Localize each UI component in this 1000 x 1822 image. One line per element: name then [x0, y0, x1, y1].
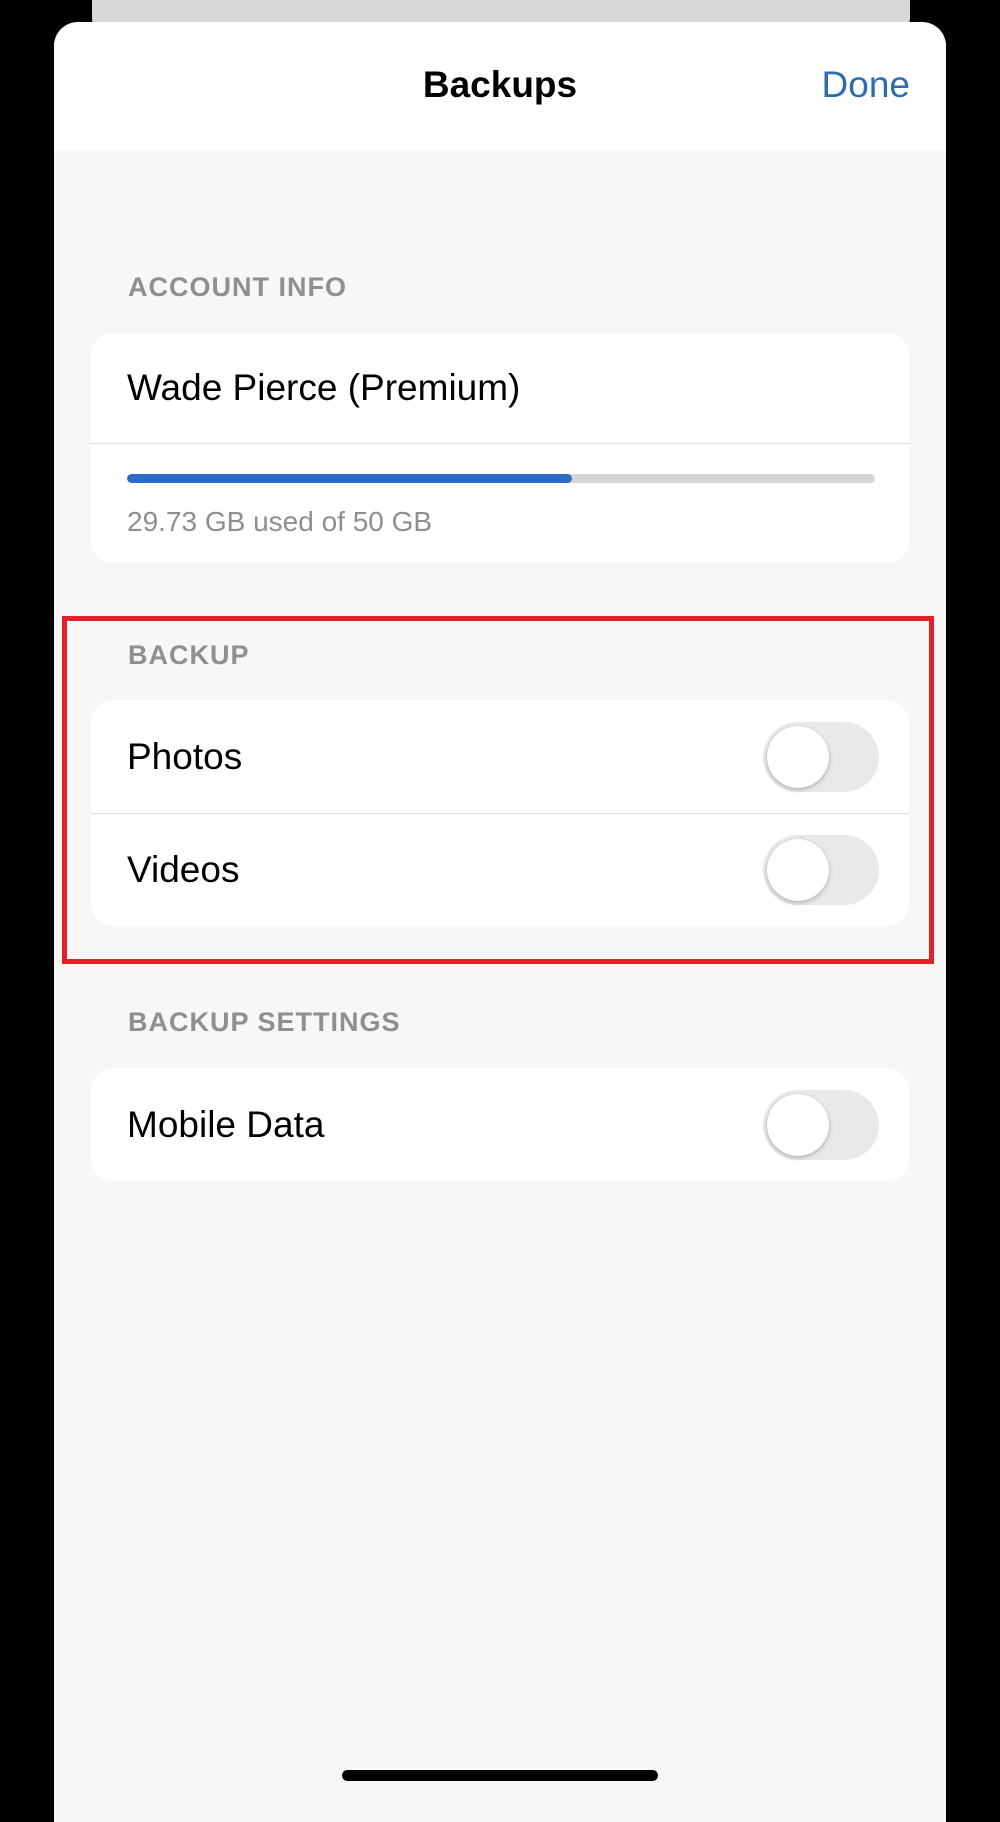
- toggle-knob: [767, 838, 829, 901]
- backup-settings-group: Mobile Data: [91, 1068, 909, 1181]
- page-title: Backups: [422, 64, 578, 105]
- storage-progress-fill: [127, 474, 572, 483]
- storage-progress-bar: [127, 474, 875, 483]
- account-info-group: Wade Pierce (Premium) 29.73 GB used of 5…: [91, 333, 909, 563]
- backup-row-photos: Photos: [91, 700, 909, 813]
- backup-settings-row-mobile-data: Mobile Data: [91, 1068, 909, 1181]
- backup-settings-header: BACKUP SETTINGS: [128, 1007, 401, 1037]
- storage-usage: 29.73 GB used of 50 GB: [91, 443, 909, 563]
- videos-label: Videos: [127, 848, 240, 890]
- videos-toggle[interactable]: [763, 834, 879, 905]
- account-name: Wade Pierce (Premium): [127, 367, 521, 408]
- backup-header: BACKUP: [128, 640, 250, 670]
- mobile-data-label: Mobile Data: [127, 1103, 325, 1145]
- home-indicator: [342, 1770, 658, 1781]
- navigation-bar: Backups Done: [54, 22, 946, 150]
- photos-toggle[interactable]: [763, 721, 879, 792]
- toggle-knob: [767, 1093, 829, 1156]
- backup-group: Photos Videos: [91, 700, 909, 926]
- toggle-knob: [767, 725, 829, 788]
- storage-usage-text: 29.73 GB used of 50 GB: [127, 506, 433, 537]
- backups-sheet: Backups Done ACCOUNT INFO Wade Pierce (P…: [54, 22, 946, 1822]
- mobile-data-toggle[interactable]: [763, 1089, 879, 1160]
- done-button[interactable]: Done: [822, 64, 910, 106]
- photos-label: Photos: [127, 735, 243, 777]
- backup-row-videos: Videos: [91, 813, 909, 926]
- account-info-header: ACCOUNT INFO: [128, 272, 347, 302]
- account-name-row: Wade Pierce (Premium): [91, 333, 909, 443]
